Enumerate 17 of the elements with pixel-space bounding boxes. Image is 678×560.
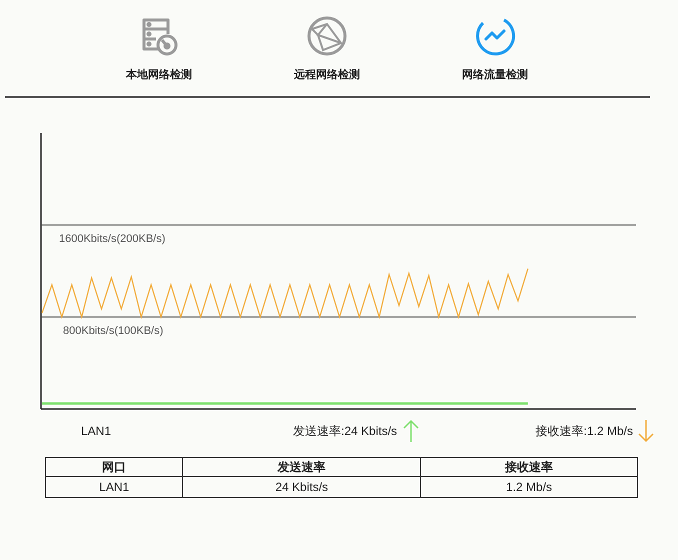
down-arrow-icon <box>638 419 654 443</box>
detection-tab[interactable]: 远程网络检测 <box>243 0 411 96</box>
table-cell: LAN1 <box>46 476 183 498</box>
globe-network-icon <box>306 15 348 57</box>
grid-label: 1600Kbits/s(200KB/s) <box>59 233 166 245</box>
up-arrow-icon <box>403 419 420 443</box>
send-rate-label: 发送速率:24 Kbits/s <box>293 422 398 440</box>
detection-tab[interactable]: 网络流量检测 <box>411 0 579 96</box>
column-header: 网口 <box>46 458 183 476</box>
column-header: 发送速率 <box>182 458 421 476</box>
receive-rate-label: 接收速率:1.2 Mb/s <box>536 422 633 440</box>
table-cell: 24 Kbits/s <box>182 476 421 498</box>
interface-label: LAN1 <box>81 424 112 438</box>
column-header: 接收速率 <box>420 458 638 476</box>
table-cell: 1.2 Mb/s <box>420 476 638 498</box>
detection-tab[interactable]: 本地网络检测 <box>75 0 243 96</box>
grid-label: 800Kbits/s(100KB/s) <box>63 325 164 337</box>
